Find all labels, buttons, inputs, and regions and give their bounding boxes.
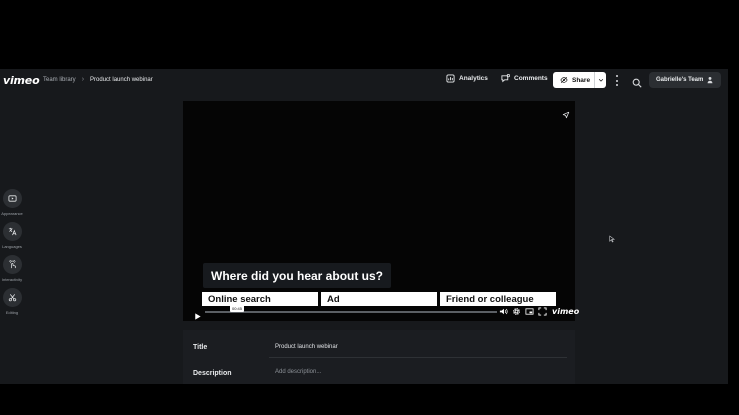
analytics-button[interactable]: Analytics	[446, 74, 488, 83]
analytics-icon	[446, 74, 455, 83]
team-switcher[interactable]: Gabrielle's Team	[649, 72, 721, 88]
eye-slash-icon	[560, 76, 568, 84]
app-window: vimeo Team library › Product launch webi…	[0, 69, 728, 384]
sidebar-item-languages[interactable]: Languages	[0, 222, 24, 249]
player-vimeo-logo[interactable]: vimeo	[552, 307, 579, 316]
time-tooltip: 00:45	[230, 305, 245, 312]
title-field[interactable]: Product launch webinar	[275, 344, 338, 350]
comments-button[interactable]: Comments	[501, 74, 548, 83]
sidebar-item-label: Interactivity	[1, 277, 23, 282]
top-bar: vimeo Team library › Product launch webi…	[0, 69, 728, 92]
chevron-down-icon	[598, 78, 603, 82]
play-square-icon	[2, 189, 22, 208]
team-name: Gabrielle's Team	[656, 77, 704, 83]
chevron-right-icon: ›	[81, 76, 85, 83]
picture-in-picture-icon[interactable]	[525, 307, 534, 316]
share-label: Share	[572, 76, 591, 84]
analytics-label: Analytics	[459, 75, 488, 82]
breadcrumb-team-library[interactable]: Team library	[43, 77, 76, 83]
share-button[interactable]: Share	[553, 72, 595, 88]
sidebar-item-label: Editing	[5, 310, 19, 315]
control-icons: vimeo	[499, 307, 579, 316]
fullscreen-icon[interactable]	[538, 307, 547, 316]
translate-icon	[2, 222, 22, 241]
more-options-icon[interactable]	[614, 75, 620, 86]
search-icon[interactable]	[632, 75, 642, 93]
share-button-group: Share	[553, 72, 606, 88]
sidebar-item-appearance[interactable]: Appearance	[0, 189, 24, 216]
volume-icon[interactable]	[499, 307, 508, 316]
sidebar-item-label: Languages	[2, 244, 22, 249]
cast-icon[interactable]	[562, 106, 570, 124]
answer-option-ad[interactable]: Ad	[321, 292, 437, 306]
description-field[interactable]: Add description...	[275, 369, 321, 375]
comments-label: Comments	[514, 75, 548, 82]
user-icon	[707, 76, 713, 84]
player-controls: 00:45 vimeo	[183, 305, 579, 321]
play-icon[interactable]	[193, 308, 202, 326]
breadcrumb-current: Product launch webinar	[90, 76, 153, 83]
survey-question: Where did you hear about us?	[203, 263, 392, 288]
description-label: Description	[193, 370, 232, 377]
sidebar-item-editing[interactable]: Editing	[0, 288, 24, 315]
answer-option-friend[interactable]: Friend or colleague	[440, 292, 556, 306]
answer-option-online-search[interactable]: Online search	[202, 292, 318, 306]
divider	[269, 357, 567, 358]
share-dropdown[interactable]	[595, 77, 606, 83]
breadcrumb: Team library › Product launch webinar	[43, 76, 153, 83]
mouse-cursor-icon	[609, 230, 616, 248]
settings-gear-icon[interactable]	[512, 307, 521, 316]
video-details-panel: Title Product launch webinar Description…	[183, 330, 575, 384]
progress-bar[interactable]: 00:45	[205, 305, 497, 313]
sidebar-item-interactivity[interactable]: Interactivity	[0, 255, 24, 282]
title-label: Title	[193, 344, 208, 351]
vimeo-logo[interactable]: vimeo	[3, 74, 40, 87]
sidebar-item-label: Appearance	[1, 211, 23, 216]
comment-icon	[501, 74, 510, 83]
video-player[interactable]: Where did you hear about us? Online sear…	[183, 101, 579, 321]
scissors-icon	[2, 288, 22, 307]
hand-pointer-icon	[2, 255, 22, 274]
